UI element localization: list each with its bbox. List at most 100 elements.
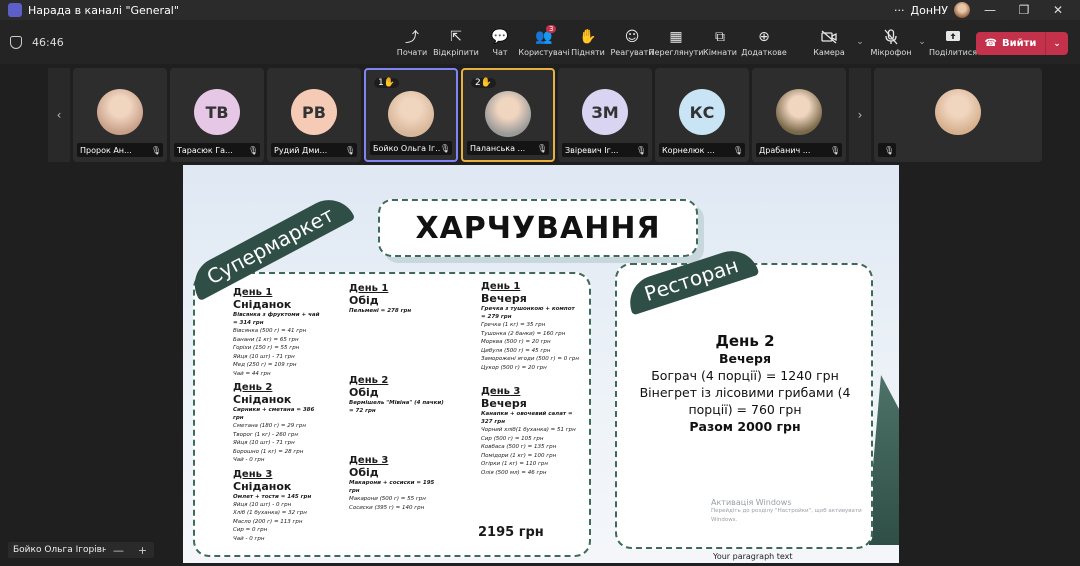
participant-tile[interactable]: 1✋ Бойко Ольга Іг... 🎙︎	[364, 68, 458, 162]
mic-off-icon	[882, 28, 900, 46]
ingredient-item: Горіхи (150 г) = 55 грн	[233, 345, 300, 351]
raised-hand-icon: 2✋	[471, 78, 496, 88]
leave-button[interactable]: ☎ Вийти ⌄	[976, 32, 1068, 55]
ingredient-item: Ковбаса (500 г) = 135 грн	[481, 444, 557, 450]
unpin-button[interactable]: ⇱ Відкріпити	[433, 20, 479, 64]
ingredient-item: Гречка (1 кг) = 35 грн	[481, 322, 546, 328]
participant-name-bar: Тарасюк Га... 🎙︎	[174, 143, 260, 157]
participant-tile[interactable]: Драбанич ... 🎙︎	[752, 68, 846, 162]
view-button[interactable]: ▦ Переглянути	[649, 20, 704, 64]
ingredient-item: Творог (1 кг) - 260 грн	[233, 431, 298, 438]
ingredient-item: Заморожені ягоди (500 г) = 0 грн	[481, 356, 579, 362]
start-label: Почати	[396, 47, 428, 57]
camera-options-chevron-icon[interactable]: ⌄	[853, 20, 867, 64]
participant-name-bar: Корнелюк ... 🎙︎	[659, 143, 745, 157]
participant-tile[interactable]: РВ Рудий Дми... 🎙︎	[267, 68, 361, 162]
zoom-in-button[interactable]: +	[138, 544, 147, 557]
close-button[interactable]: ✕	[1044, 3, 1072, 17]
participant-tile[interactable]: Пророк Ан... 🎙︎	[73, 68, 167, 162]
raised-hand-icon: 1✋	[374, 78, 399, 88]
leave-options-chevron-icon[interactable]: ⌄	[1046, 39, 1068, 49]
day-heading: День 2	[349, 375, 389, 386]
camera-button[interactable]: Камера	[805, 20, 853, 64]
account-name[interactable]: ДонНУ	[911, 4, 949, 17]
participant-tile[interactable]: ТВ Тарасюк Га... 🎙︎	[170, 68, 264, 162]
dish-heading: Канапки + овочевий салат = 327 грн	[481, 411, 573, 425]
chat-button[interactable]: 💬 Чат	[478, 20, 522, 64]
chevron-left-icon: ‹	[56, 108, 62, 122]
ingredient-item: Морква (500 г) = 20 грн	[481, 339, 551, 345]
unpin-label: Відкріпити	[433, 47, 479, 57]
unpin-icon: ⇱	[450, 28, 462, 45]
avatar	[935, 89, 981, 135]
mic-label: Мікрофон	[870, 47, 912, 57]
view-label: Переглянути	[648, 47, 704, 57]
meal-heading: Сніданок	[233, 479, 292, 493]
meeting-timer: 46:46	[32, 35, 64, 49]
participant-name: Корнелюк ...	[662, 145, 715, 155]
ingredient-item: Сметана (180 г) = 29 грн	[233, 423, 306, 429]
dish-heading: Вівсянка з фруктоми + чай = 314 грн	[233, 312, 320, 326]
restaurant-menu: День 2 Вечеря Бограч (4 порції) = 1240 г…	[623, 333, 867, 435]
ingredient-item: Чай - 0 грн	[233, 535, 265, 542]
raise-hand-label: Підняти	[571, 47, 605, 57]
menu-section: День 2 Обід Вермішель "Мівіна" (4 пачки) =…	[349, 375, 445, 415]
participant-name: Звіревич Іг...	[565, 145, 619, 155]
people-button[interactable]: 👥 3 Користувачі	[518, 20, 570, 64]
share-button[interactable]: Поділитися	[929, 20, 977, 64]
meal-heading: Обід	[349, 294, 379, 307]
participant-tile[interactable]: КС Корнелюк ... 🎙︎	[655, 68, 749, 162]
slide-title: ХАРЧУВАННЯ	[415, 210, 661, 246]
day-heading: День 2	[233, 382, 273, 393]
react-button[interactable]: ☺ Реагувати	[610, 20, 654, 64]
supermarket-total: 2195 грн	[478, 525, 544, 540]
account-avatar[interactable]	[954, 2, 970, 18]
participant-strip: Пророк Ан... 🎙︎ ТВ Тарасюк Га... 🎙︎ РВ Рудий Д…	[73, 68, 1042, 162]
title-bar: Нарада в каналі "General" ··· ДонНУ — ❐ …	[0, 0, 1080, 20]
participant-tile[interactable]: 🎙︎	[874, 68, 1042, 162]
menu-section: День 3 Обід Макарони + сосиски = 195 грн Ма…	[349, 455, 445, 512]
mic-off-icon: 🎙︎	[830, 145, 841, 155]
react-icon: ☺	[624, 28, 640, 45]
meal-heading: Обід	[349, 466, 379, 479]
zoom-out-button[interactable]: —	[113, 544, 124, 557]
mic-options-chevron-icon[interactable]: ⌄	[915, 20, 929, 64]
menu-section: День 1 Сніданок Вівсянка з фруктоми + чай …	[233, 287, 325, 378]
tree-decoration	[869, 375, 899, 545]
more-button[interactable]: ⊕ Додаткове	[741, 20, 787, 64]
shield-icon[interactable]	[10, 35, 22, 49]
rooms-button[interactable]: ⧉ Кімнати	[698, 20, 742, 64]
presenter-name: Бойко Ольга Ігорівна	[8, 542, 119, 558]
ingredient-item: Мед (250 г) = 109 грн	[233, 362, 297, 368]
notification-badge: 3	[546, 25, 557, 33]
strip-prev-button[interactable]: ‹	[48, 68, 70, 162]
ingredient-item: Сир (500 г) = 105 грн	[481, 435, 544, 442]
share-screen-icon	[944, 28, 962, 46]
mic-button[interactable]: Мікрофон	[867, 20, 915, 64]
participant-name: Паланська ...	[470, 143, 526, 153]
chat-label: Чат	[492, 47, 508, 57]
camera-label: Камера	[813, 47, 845, 57]
participant-name-bar: 🎙︎	[878, 143, 896, 157]
meal-heading: Вечеря	[481, 292, 527, 305]
dish-heading: Пельмені = 278 грн	[349, 308, 412, 314]
avatar: ТВ	[194, 89, 240, 135]
ingredient-item: Олія (500 мл) = 46 грн	[481, 469, 547, 476]
start-button[interactable]: ⤴ Почати	[390, 20, 434, 64]
meal-heading: Вечеря	[481, 397, 527, 410]
restore-button[interactable]: ❐	[1010, 3, 1038, 17]
ingredient-item: Макарони (500 г) = 55 грн	[349, 496, 426, 502]
ingredient-item: Яйця (10 шт) - 71 грн	[233, 440, 295, 446]
participant-tile[interactable]: 2✋ Паланська ... 🎙︎	[461, 68, 555, 162]
raise-hand-button[interactable]: ✋ Підняти	[566, 20, 610, 64]
zoom-controls: — +	[106, 542, 154, 558]
restaurant-meal: Вечеря	[718, 351, 772, 366]
minimize-button[interactable]: —	[976, 3, 1004, 17]
windows-activation-watermark: Активація Windows Перейдіть до розділу "…	[711, 498, 871, 525]
more-options-icon[interactable]: ···	[894, 4, 905, 17]
participant-tile[interactable]: ЗМ Звіревич Іг... 🎙︎	[558, 68, 652, 162]
strip-next-button[interactable]: ›	[849, 68, 871, 162]
day-heading: День 3	[349, 455, 389, 466]
more-icon: ⊕	[758, 28, 770, 45]
menu-section: День 2 Сніданок Сирники + сметана = 386 гр…	[233, 382, 325, 465]
